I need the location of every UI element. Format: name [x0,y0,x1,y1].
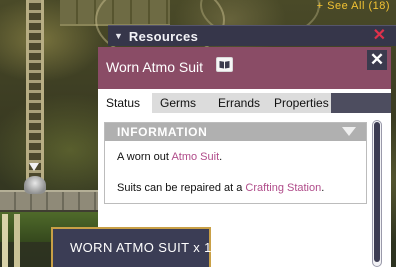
tab-germs[interactable]: Germs [152,93,210,113]
crafting-station-link[interactable]: Crafting Station [245,182,321,194]
atmo-suit-link[interactable]: Atmo Suit [171,151,219,163]
metal-floor [0,190,110,212]
see-all-link[interactable]: + See All (18) [317,0,390,13]
scrollbar[interactable] [372,120,382,267]
pipe [14,214,20,267]
tab-properties[interactable]: Properties [271,93,331,113]
item-name: Worn Atmo Suit [106,59,204,75]
selection-marker-icon [29,163,39,171]
details-header: Worn Atmo Suit ✕ [98,47,391,89]
scrollbar-thumb[interactable] [374,122,380,262]
repair-punct: . [321,182,325,194]
tab-bar: Status Germs Errands Properties [98,93,391,113]
resources-title: Resources [128,28,199,44]
information-section: INFORMATION A worn out Atmo Suit. Suits … [104,122,367,204]
tab-errands[interactable]: Errands [210,93,271,113]
tooltip-text: WORN ATMO SUIT x 1 [70,240,212,255]
resources-close-icon[interactable]: ✕ [373,27,386,45]
ladder [26,0,44,190]
information-header[interactable]: INFORMATION [105,123,366,141]
collapse-chevron-icon[interactable] [342,127,356,136]
collapse-caret-icon[interactable]: ▼ [114,31,123,41]
description-punct: . [219,151,223,163]
description-line: A worn out Atmo Suit. [117,151,222,163]
codex-book-icon[interactable] [216,57,233,72]
pipe [2,214,8,267]
description-text: A worn out [117,151,172,163]
hover-tooltip: WORN ATMO SUIT x 1 [51,227,211,267]
tab-status[interactable]: Status [98,93,152,113]
close-button[interactable]: ✕ [367,50,387,70]
information-title: INFORMATION [117,125,208,139]
repair-line: Suits can be repaired at a Crafting Stat… [117,182,324,194]
atmo-suit-sprite[interactable] [24,176,46,194]
resources-header[interactable]: ▼ Resources ✕ [108,25,396,46]
repair-text: Suits can be repaired at a [117,182,246,194]
tab-spacer [331,93,391,113]
